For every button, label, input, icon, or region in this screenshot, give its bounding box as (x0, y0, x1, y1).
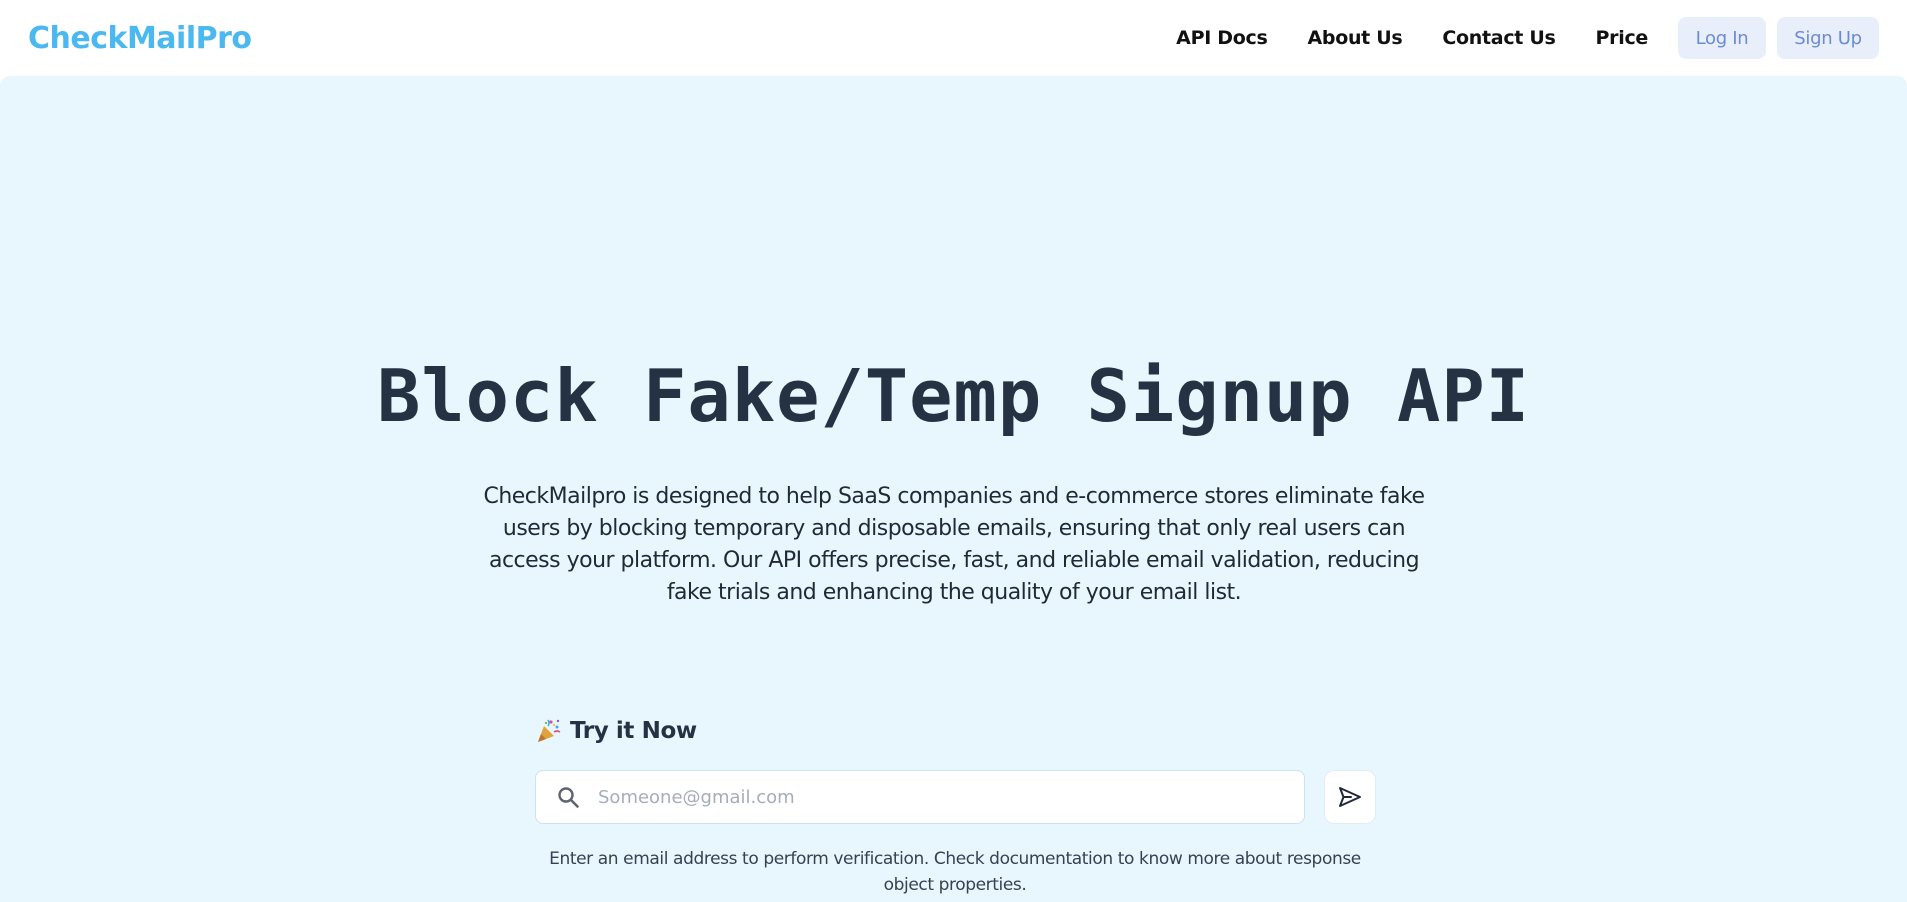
email-input[interactable] (598, 771, 1304, 823)
try-it-now-heading: Try it Now (536, 718, 697, 744)
try-it-now-label: Try it Now (570, 718, 697, 744)
party-popper-icon (538, 719, 561, 742)
helper-text: Enter an email address to perform verifi… (549, 849, 1361, 895)
main-nav: API Docs About Us Contact Us Price Log I… (1176, 0, 1879, 76)
nav-link-about-us[interactable]: About Us (1307, 27, 1402, 49)
nav-link-price[interactable]: Price (1596, 27, 1649, 49)
hero-description: CheckMailpro is designed to help SaaS co… (483, 484, 1425, 605)
send-button[interactable] (1324, 770, 1376, 824)
hero-section: Block Fake/Temp Signup API CheckMailpro … (0, 76, 1907, 902)
nav-link-contact-us[interactable]: Contact Us (1442, 27, 1555, 49)
brand-logo[interactable]: CheckMailPro (28, 21, 252, 56)
hero-title: Block Fake/Temp Signup API (376, 354, 1531, 438)
login-button[interactable]: Log In (1678, 17, 1766, 59)
search-icon (558, 787, 579, 808)
site-header: CheckMailPro API Docs About Us Contact U… (0, 0, 1907, 76)
nav-link-api-docs[interactable]: API Docs (1176, 27, 1268, 49)
email-search-box[interactable] (535, 770, 1305, 824)
signup-button[interactable]: Sign Up (1777, 17, 1879, 59)
send-icon (1339, 787, 1361, 807)
